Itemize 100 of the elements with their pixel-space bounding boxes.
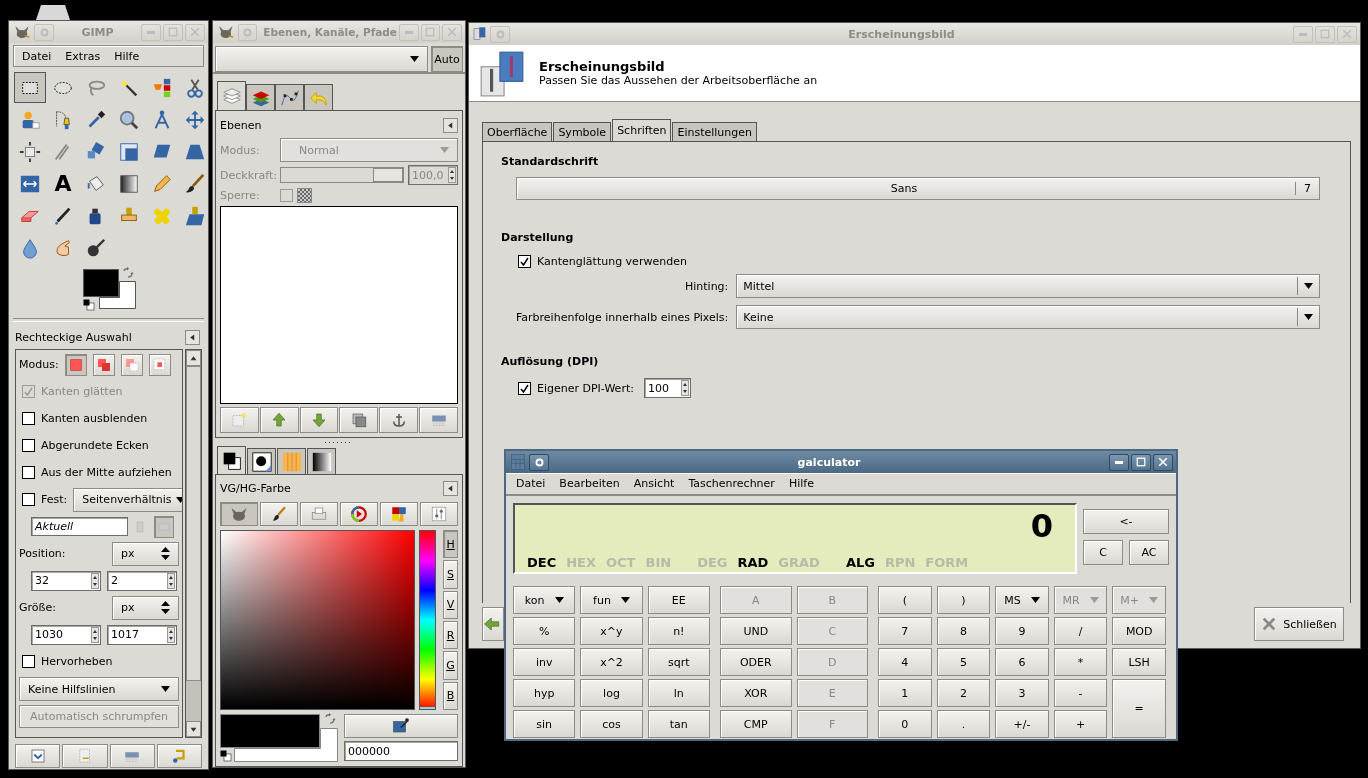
font-button[interactable]: Sans 7 — [516, 177, 1320, 200]
calculator-key[interactable]: AC — [1129, 540, 1169, 565]
calculator-key[interactable]: <- — [1083, 509, 1169, 534]
calculator-key[interactable]: sqrt — [647, 648, 710, 676]
spin-field[interactable]: 32 — [31, 570, 101, 591]
calculator-key[interactable]: - — [1053, 679, 1108, 707]
dialog-heading: Erscheinungsbild — [539, 59, 666, 74]
unit-dropdown[interactable]: px — [112, 595, 179, 620]
calculator-key[interactable]: 2 — [936, 679, 991, 707]
calculator-key[interactable]: sin — [513, 710, 576, 738]
tab[interactable]: Schriften — [612, 119, 672, 141]
section-title: Auflösung (DPI) — [501, 355, 600, 370]
mode-indicator[interactable]: DEC — [527, 555, 557, 570]
text-field[interactable]: Aktuell — [31, 517, 128, 536]
channel-button[interactable]: G — [443, 651, 458, 680]
calculator-key[interactable]: kon — [513, 586, 576, 614]
tab[interactable]: Einstellungen — [672, 122, 758, 141]
checkbox-label: Kantenglättung verwenden — [537, 255, 687, 268]
calculator-key[interactable]: LSH — [1112, 648, 1166, 676]
calculator-key[interactable]: C — [1083, 540, 1123, 565]
field-label: Größe: — [19, 601, 56, 614]
calculator-key[interactable]: 1 — [878, 679, 932, 707]
channel-button[interactable]: R — [443, 621, 458, 650]
menu-item[interactable]: Bearbeiten — [559, 477, 620, 490]
checkbox-label: Aus der Mitte aufziehen — [41, 466, 172, 479]
calculator-key[interactable]: + — [1053, 710, 1108, 738]
calculator-key[interactable]: . — [936, 710, 991, 738]
calculator-key[interactable]: MOD — [1112, 617, 1166, 645]
mode-indicator[interactable]: ALG — [845, 555, 875, 570]
menu-item[interactable]: Ansicht — [633, 477, 675, 490]
channel-button[interactable]: H — [443, 530, 458, 559]
calculator-key[interactable]: 8 — [936, 617, 991, 645]
calculator-key[interactable]: 4 — [878, 648, 932, 676]
calculator-key[interactable]: x^2 — [580, 648, 643, 676]
channel-button[interactable]: S — [443, 560, 458, 589]
window-title: Erscheinungsbild — [847, 27, 956, 41]
auto-button[interactable]: Auto — [431, 46, 463, 72]
menu-item[interactable]: Hilfe — [788, 477, 814, 490]
tab[interactable]: Oberfläche — [482, 122, 553, 141]
calculator-key[interactable]: 6 — [995, 648, 1049, 676]
calculator-key[interactable]: cos — [580, 710, 643, 738]
calculator-key[interactable]: * — [1053, 648, 1108, 676]
calculator-key[interactable]: MS — [995, 586, 1049, 614]
calculator-key[interactable]: ( — [878, 586, 932, 614]
calculator-key[interactable]: ODER — [720, 648, 792, 676]
menu-item[interactable]: Taschenrechner — [688, 477, 775, 490]
field-label: Farbreihenfolge innerhalb eines Pixels: — [516, 310, 729, 324]
calculator-key[interactable]: UND — [720, 617, 792, 645]
calculator-key[interactable]: n! — [647, 617, 710, 645]
tool-button[interactable]: A — [47, 168, 79, 199]
tab[interactable]: Symbole — [553, 122, 612, 141]
dropdown[interactable]: Keine — [736, 305, 1320, 329]
window-title: Ebenen, Kanäle, Pfade — [263, 26, 397, 38]
calculator-key[interactable]: +/- — [995, 710, 1049, 738]
spin-field[interactable]: 2 — [107, 570, 177, 591]
checkbox-label: Hervorheben — [41, 655, 113, 668]
calculator-key[interactable]: ) — [936, 586, 991, 614]
spin-field[interactable]: 1030 — [31, 624, 101, 645]
dropdown[interactable]: Seitenverhältnis — [73, 487, 182, 512]
calculator-key[interactable]: hyp — [513, 679, 576, 707]
calculator-key[interactable]: 3 — [995, 679, 1049, 707]
field-label: Deckkraft: — [220, 168, 278, 182]
calculator-key[interactable]: tan — [647, 710, 710, 738]
calculator-key[interactable]: log — [580, 679, 643, 707]
calculator-key[interactable]: 9 — [995, 617, 1049, 645]
dropdown[interactable]: Mittel — [736, 274, 1320, 298]
calculator-key[interactable]: x^y — [580, 617, 643, 645]
calculator-key[interactable]: 7 — [878, 617, 932, 645]
calculator-key[interactable]: ln — [647, 679, 710, 707]
spin-field[interactable]: 100 — [643, 378, 691, 398]
calculator-key[interactable]: XOR — [720, 679, 792, 707]
dropdown[interactable]: Keine Hilfslinien — [19, 677, 179, 701]
section-title: Standardschrift — [501, 155, 600, 170]
calculator-key[interactable]: CMP — [720, 710, 792, 738]
calculator-key[interactable]: 5 — [936, 648, 991, 676]
spin-field[interactable]: 1017 — [107, 624, 177, 645]
unit-dropdown[interactable]: px — [112, 541, 179, 566]
font-size: 7 — [1295, 182, 1319, 195]
close-dialog-button[interactable]: Schließen — [1254, 607, 1344, 641]
window-title: GIMP — [80, 25, 115, 39]
menu-item[interactable]: Datei — [22, 49, 52, 63]
calculator-key[interactable]: fun — [580, 586, 643, 614]
calculator-key[interactable]: % — [513, 617, 576, 645]
checkbox-label: Kanten ausblenden — [41, 412, 148, 425]
menu-item[interactable]: Extras — [65, 49, 101, 63]
channel-button[interactable]: B — [443, 681, 458, 710]
panel-title: Rechteckige Auswahl — [15, 331, 132, 344]
calculator-key[interactable]: EE — [647, 586, 710, 614]
calculator-key[interactable]: / — [1053, 617, 1108, 645]
hex-field[interactable]: 000000 — [344, 741, 458, 761]
field-label: Sperre: — [220, 189, 261, 202]
calculator-key[interactable]: inv — [513, 648, 576, 676]
section-title: Darstellung — [501, 231, 575, 246]
mode-indicator[interactable]: RAD — [737, 555, 769, 570]
menu-item[interactable]: Datei — [516, 477, 546, 490]
calculator-key[interactable]: 0 — [878, 710, 932, 738]
channel-button[interactable]: V — [443, 590, 458, 619]
menu-item[interactable]: Hilfe — [114, 49, 140, 63]
calculator-key[interactable]: = — [1112, 679, 1166, 738]
window-title: galculator — [796, 455, 862, 469]
